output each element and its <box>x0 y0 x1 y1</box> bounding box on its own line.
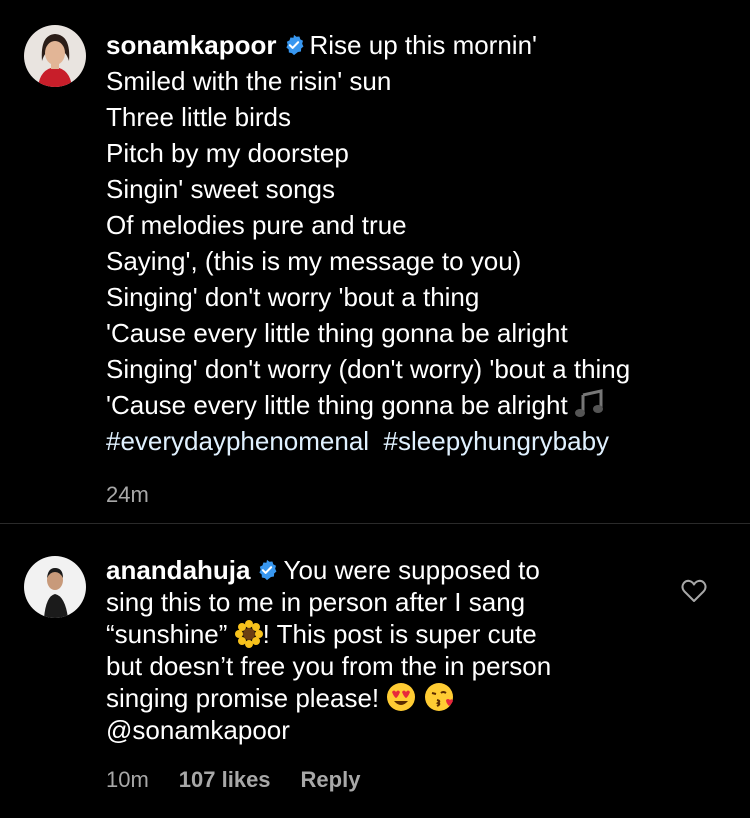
comment-username[interactable]: anandahuja <box>106 555 250 585</box>
avatar-anandahuja[interactable] <box>24 556 86 618</box>
comment-timestamp: 10m <box>106 767 149 792</box>
mention-link[interactable]: @sonamkapoor <box>106 714 551 746</box>
comment-text-line: Singin' sweet songs <box>106 174 335 204</box>
kissing-face-emoji-icon <box>424 682 454 712</box>
comment-text-line: Singing' don't worry (don't worry) 'bout… <box>106 354 631 384</box>
comment-timestamp: 24m <box>106 482 149 507</box>
comment-text-line: 'Cause every little thing gonna be alrig… <box>106 390 568 420</box>
comment-text-line: but doesn’t free you from the in person <box>106 651 552 681</box>
comment-text-line: Pitch by my doorstep <box>106 138 349 168</box>
comment-text-line: singing promise please! <box>106 683 380 713</box>
comment-text-line: Saying', (this is my message to you) <box>106 246 522 276</box>
comment-text-line: You were supposed to <box>283 555 540 585</box>
comment-username[interactable]: sonamkapoor <box>106 30 277 60</box>
comment-text-line: Smiled with the risin' sun <box>106 66 392 96</box>
comment-divider <box>0 523 750 524</box>
likes-count-button[interactable]: 107 likes <box>179 767 271 792</box>
comment-text-line: sing this to me in person after I sang <box>106 587 526 617</box>
heart-eyes-emoji-icon <box>386 682 416 712</box>
verified-badge-icon <box>256 559 278 581</box>
verified-badge-icon <box>283 34 305 56</box>
hashtag-link[interactable]: #everydayphenomenal <box>106 426 369 456</box>
comment-text-line: ! This post is super cute <box>262 619 537 649</box>
comment-text-line: Three little birds <box>106 102 291 132</box>
comment-text-line: Rise up this mornin' <box>309 30 538 60</box>
sunflower-icon <box>234 620 263 648</box>
comment-text-line: Singing' don't worry 'bout a thing <box>106 282 480 312</box>
music-notes-icon <box>574 389 609 419</box>
reply-button[interactable]: Reply <box>301 767 361 792</box>
comment-text-line: Of melodies pure and true <box>106 210 407 240</box>
hashtag-link[interactable]: #sleepyhungrybaby <box>384 426 610 456</box>
avatar-sonamkapoor[interactable] <box>24 25 86 87</box>
like-heart-icon[interactable] <box>681 579 707 603</box>
comment-text-line: “sunshine” <box>106 619 228 649</box>
comment-text-line: 'Cause every little thing gonna be alrig… <box>106 318 568 348</box>
